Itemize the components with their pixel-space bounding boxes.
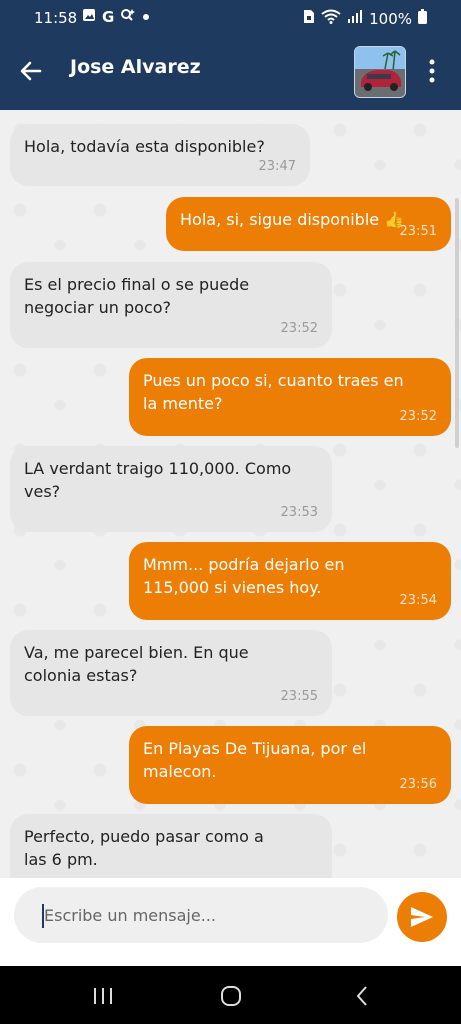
image-icon: [82, 8, 96, 26]
message-time: 23:47: [258, 159, 296, 174]
message-time: 23:54: [399, 593, 437, 608]
wifi-icon: [321, 9, 341, 28]
system-nav-bar: [0, 966, 461, 1024]
message-time: 23:55: [280, 689, 318, 704]
message-time: 23:52: [280, 321, 318, 336]
signal-icon: [347, 9, 363, 28]
message-input[interactable]: [14, 887, 388, 943]
back-icon[interactable]: [348, 984, 378, 1008]
text-caret: [42, 904, 44, 928]
home-icon[interactable]: [216, 984, 246, 1008]
dot-icon: [142, 10, 150, 25]
status-right-icons: 100%: [303, 9, 427, 28]
lock-sim-icon: [303, 9, 315, 28]
message-outgoing: Pues un poco si, cuanto traes en la ment…: [129, 358, 451, 436]
message-text: Perfecto, puedo pasar como a las 6 pm.: [24, 827, 264, 869]
message-outgoing: Hola, si, sigue disponible 👍 23:51: [166, 197, 451, 251]
more-vert-icon[interactable]: [424, 56, 440, 86]
chat-messages[interactable]: Hola, todavía esta disponible? 23:47 Hol…: [0, 110, 461, 878]
message-text: Pues un poco si, cuanto traes en la ment…: [143, 371, 404, 413]
google-icon: G: [102, 8, 115, 26]
message-composer: [0, 878, 461, 966]
chat-header: Jose Alvarez: [0, 38, 461, 110]
send-icon: [411, 907, 433, 927]
status-left-icons: G: [82, 8, 150, 26]
message-text: Mmm... podría dejarlo en 115,000 si vien…: [143, 555, 345, 597]
message-outgoing: En Playas De Tijuana, por el malecon. 23…: [129, 726, 451, 804]
message-text: LA verdant traigo 110,000. Como ves?: [24, 459, 292, 501]
message-incoming: Es el precio final o se puede negociar u…: [10, 262, 332, 348]
scrollbar[interactable]: [455, 198, 459, 448]
avatar[interactable]: [354, 46, 406, 98]
message-time: 23:52: [399, 409, 437, 424]
message-incoming: LA verdant traigo 110,000. Como ves? 23:…: [10, 446, 332, 532]
send-button[interactable]: [397, 892, 447, 942]
message-text: Es el precio final o se puede negociar u…: [24, 275, 250, 317]
message-time: 23:51: [399, 224, 437, 239]
battery-icon: [418, 9, 427, 28]
message-incoming: Va, me parecel bien. En que colonia esta…: [10, 630, 332, 716]
search-sparkle-icon: [120, 8, 136, 26]
message-text: Va, me parecel bien. En que colonia esta…: [24, 643, 249, 685]
message-incoming: Perfecto, puedo pasar como a las 6 pm.: [10, 814, 332, 878]
message-outgoing: Mmm... podría dejarlo en 115,000 si vien…: [129, 542, 451, 620]
arrow-left-icon[interactable]: [18, 58, 44, 84]
recents-icon[interactable]: [88, 984, 118, 1008]
status-bar: 11:58 G 100%: [0, 0, 461, 38]
message-text: Hola, todavía esta disponible?: [24, 137, 265, 156]
message-text: Hola, si, sigue disponible 👍: [180, 210, 405, 229]
message-text: En Playas De Tijuana, por el malecon.: [143, 739, 367, 781]
message-time: 23:56: [399, 777, 437, 792]
message-time: 23:53: [280, 505, 318, 520]
contact-name[interactable]: Jose Alvarez: [70, 56, 201, 78]
battery-percent: 100%: [369, 9, 412, 28]
status-time: 11:58: [34, 9, 78, 27]
message-incoming: Hola, todavía esta disponible? 23:47: [10, 124, 310, 186]
